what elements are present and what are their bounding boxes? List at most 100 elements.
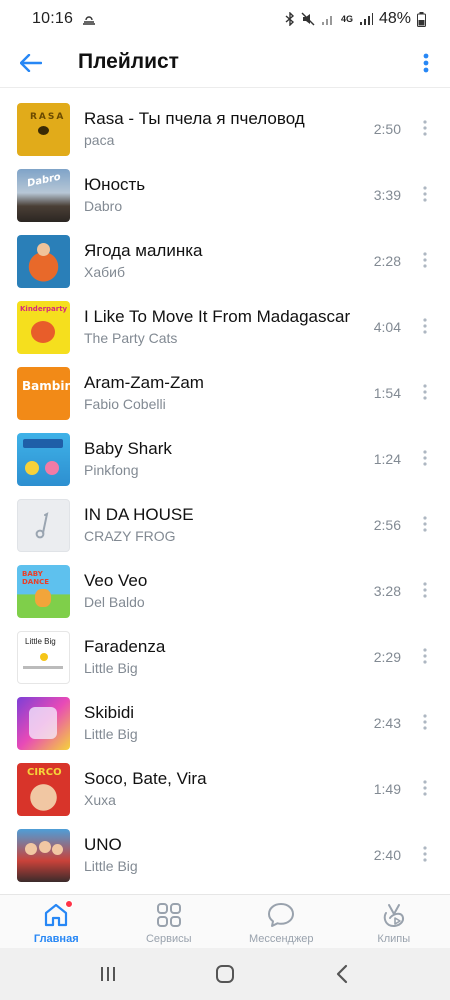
weather-icon — [83, 16, 96, 25]
tab-messenger[interactable]: Мессенджер — [225, 895, 338, 948]
more-vertical-icon — [423, 252, 427, 268]
cover-figure — [52, 844, 63, 855]
track-title: Ягода малинка — [84, 241, 203, 260]
track-artist: Little Big — [84, 726, 138, 742]
network-label: 4G — [340, 14, 353, 24]
track-row[interactable]: Skibidi Little Big 2:43 — [0, 688, 450, 754]
back-chevron-icon — [336, 964, 347, 984]
album-cover: BABY DANCE — [17, 565, 70, 618]
track-title: Rasa - Ты пчела я пчеловод — [84, 109, 305, 128]
cover-figure — [29, 707, 57, 739]
cover-figure — [35, 589, 51, 607]
track-duration: 2:28 — [373, 253, 401, 269]
track-menu-button[interactable] — [417, 578, 433, 602]
track-menu-button[interactable] — [417, 116, 433, 140]
track-menu-button[interactable] — [417, 446, 433, 470]
track-menu-button[interactable] — [417, 182, 433, 206]
recent-apps-icon — [101, 967, 116, 981]
track-artist: Fabio Cobelli — [84, 396, 166, 412]
smiley-icon — [40, 653, 48, 661]
home-system-button[interactable] — [205, 954, 245, 994]
track-row[interactable]: Dabro Юность Dabro 3:39 — [0, 160, 450, 226]
cover-figure — [37, 243, 50, 256]
shark-icon — [45, 461, 59, 475]
track-duration: 3:28 — [373, 583, 401, 599]
track-artist: Хабиб — [84, 264, 125, 280]
track-title: Skibidi — [84, 703, 135, 722]
track-artist: Del Baldo — [84, 594, 145, 610]
track-artist: Dabro — [84, 198, 123, 214]
track-title: UNO — [84, 835, 122, 854]
track-duration: 2:56 — [373, 517, 401, 533]
nav-label: Сервисы — [145, 933, 192, 945]
track-artist: The Party Cats — [84, 330, 178, 346]
cover-sublabel — [23, 666, 63, 669]
track-row[interactable]: RASA Rasa - Ты пчела я пчеловод раса 2:5… — [0, 94, 450, 160]
cover-label: RASA — [30, 112, 66, 122]
track-title: Soco, Bate, Vira — [84, 769, 207, 788]
track-row[interactable]: CIRCO Soco, Bate, Vira Xuxa 1:49 — [0, 754, 450, 820]
cover-label: Kinderparty — [20, 305, 68, 313]
track-row[interactable]: Baby Shark Pinkfong 1:24 — [0, 424, 450, 490]
more-vertical-icon — [423, 120, 427, 136]
track-title: Faradenza — [84, 637, 166, 656]
track-menu-button[interactable] — [417, 380, 433, 404]
back-system-button[interactable] — [322, 954, 362, 994]
status-icons: 4G 48% — [285, 10, 426, 28]
signal-strength-icon — [359, 13, 373, 25]
track-menu-button[interactable] — [417, 248, 433, 272]
track-row[interactable]: BABY DANCE Veo Veo Del Baldo 3:28 — [0, 556, 450, 622]
track-row[interactable]: Kinderparty I Like To Move It From Madag… — [0, 292, 450, 358]
app-header: Плейлист — [0, 38, 450, 88]
track-list: RASA Rasa - Ты пчела я пчеловод раса 2:5… — [0, 94, 450, 886]
track-artist: Xuxa — [84, 792, 116, 808]
cover-label: Bambini — [22, 379, 70, 393]
notification-dot — [65, 900, 74, 908]
track-menu-button[interactable] — [417, 644, 433, 668]
page-title: Плейлист — [78, 50, 179, 73]
nav-label: Мессенджер — [248, 933, 314, 945]
more-options-button[interactable] — [414, 46, 438, 80]
track-menu-button[interactable] — [417, 710, 433, 734]
back-button[interactable] — [14, 46, 48, 80]
more-vertical-icon — [423, 582, 427, 598]
track-duration: 4:04 — [373, 319, 401, 335]
track-row[interactable]: Ягода малинка Хабиб 2:28 — [0, 226, 450, 292]
track-title: Юность — [84, 175, 146, 194]
home-square-icon — [215, 965, 234, 983]
clips-icon — [380, 902, 408, 928]
album-cover — [17, 433, 70, 486]
album-cover — [17, 697, 70, 750]
more-vertical-icon — [423, 846, 427, 862]
more-vertical-icon — [423, 714, 427, 730]
recent-apps-button[interactable] — [88, 954, 128, 994]
track-duration: 2:43 — [373, 715, 401, 731]
track-title: Aram-Zam-Zam — [84, 373, 204, 392]
bottom-nav: Главная Сервисы Мессенджер Клипы — [0, 894, 450, 948]
messenger-icon — [267, 902, 295, 928]
more-vertical-icon — [423, 450, 427, 466]
track-row[interactable]: Little Big Faradenza Little Big 2:29 — [0, 622, 450, 688]
track-artist: Little Big — [84, 660, 138, 676]
track-row[interactable]: Bambini Aram-Zam-Zam Fabio Cobelli 1:54 — [0, 358, 450, 424]
cover-label: Dabro — [26, 171, 62, 190]
track-menu-button[interactable] — [417, 314, 433, 338]
track-duration: 2:29 — [373, 649, 401, 665]
shark-icon — [25, 461, 39, 475]
tab-home[interactable]: Главная — [0, 895, 113, 948]
track-row[interactable]: UNO Little Big 2:40 — [0, 820, 450, 886]
more-vertical-icon — [423, 648, 427, 664]
album-cover — [17, 829, 70, 882]
album-cover: Dabro — [17, 169, 70, 222]
track-row[interactable]: IN DA HOUSE CRAZY FROG 2:56 — [0, 490, 450, 556]
mute-icon — [301, 12, 315, 26]
track-menu-button[interactable] — [417, 842, 433, 866]
track-title: Veo Veo — [84, 571, 148, 590]
track-menu-button[interactable] — [417, 512, 433, 536]
tab-services[interactable]: Сервисы — [113, 895, 226, 948]
track-menu-button[interactable] — [417, 776, 433, 800]
album-cover: RASA — [17, 103, 70, 156]
tab-clips[interactable]: Клипы — [338, 895, 450, 948]
track-artist: CRAZY FROG — [84, 528, 176, 544]
bluetooth-icon — [285, 12, 294, 26]
